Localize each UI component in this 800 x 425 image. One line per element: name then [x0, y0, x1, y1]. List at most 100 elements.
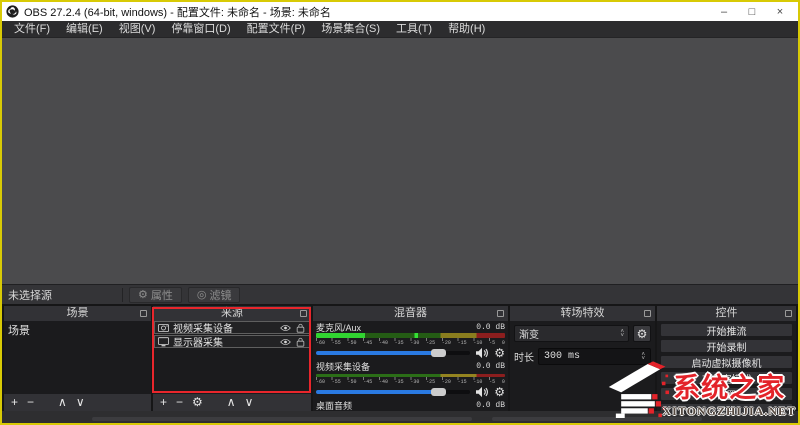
speaker-icon[interactable] [475, 386, 489, 398]
monitor-icon [158, 336, 169, 346]
dock-float-icon[interactable] [785, 310, 792, 317]
menu-tools[interactable]: 工具(T) [388, 21, 440, 38]
meter-scale: -60 -55 -50 -45 -40 -35 -30 -25 -20 -15 -10 -5 0 [316, 338, 505, 346]
channel-level: 0.0 dB [476, 362, 505, 371]
controls-dock-header: 控件 [657, 306, 796, 321]
dock-float-icon[interactable] [140, 310, 147, 317]
mixer-dock: 混音器 麦克风/Aux 0.0 dB -60 -55 -50 -45 -40 -35 -30… [313, 306, 508, 411]
sources-title: 来源 [221, 307, 243, 319]
source-down-button[interactable]: ∨ [245, 394, 254, 411]
source-row-video-capture[interactable]: 视频采集设备 [154, 321, 310, 335]
source-label: 显示器采集 [173, 338, 223, 349]
obs-window: OBS 27.2.4 (64-bit, windows) - 配置文件: 未命名… [0, 0, 800, 425]
dock-float-icon[interactable] [300, 310, 307, 317]
add-scene-button[interactable]: + [11, 394, 18, 411]
menu-view[interactable]: 视图(V) [111, 21, 164, 38]
duration-value: 300 ms [544, 351, 581, 362]
mixer-channel-video-device: 视频采集设备 0.0 dB -60 -55 -50 -45 -40 -35 -30 -25 -2… [316, 361, 505, 399]
mixer-dock-header: 混音器 [313, 306, 508, 321]
chevron-updown-icon[interactable]: ˄ ˅ [620, 329, 624, 339]
scenes-dock: 场景 场景 + − ∧ ∨ [4, 306, 151, 411]
sources-list[interactable]: 视频采集设备 显示器采集 [153, 321, 311, 394]
sources-dock-header: 来源 [153, 306, 311, 321]
scene-up-button[interactable]: ∧ [58, 394, 67, 411]
menu-file[interactable]: 文件(F) [6, 21, 58, 38]
preview-canvas[interactable] [2, 38, 798, 284]
menu-help[interactable]: 帮助(H) [440, 21, 493, 38]
start-recording-button[interactable]: 开始录制 [660, 339, 793, 354]
title-bar: OBS 27.2.4 (64-bit, windows) - 配置文件: 未命名… [2, 2, 798, 21]
transitions-title: 转场特效 [560, 307, 605, 319]
duration-label: 时长 [514, 353, 534, 364]
start-virtual-camera-button[interactable]: 启动虚拟摄像机 [660, 355, 793, 370]
scene-down-button[interactable]: ∨ [76, 394, 85, 411]
close-button[interactable]: × [766, 3, 794, 20]
source-properties-button[interactable]: ⚙ [192, 394, 203, 411]
volume-slider[interactable] [316, 348, 471, 357]
menu-profile[interactable]: 配置文件(P) [239, 21, 314, 38]
controls-dock: 控件 开始推流 开始录制 启动虚拟摄像机 工作室模式 设置 退出 [657, 306, 796, 411]
gear-icon[interactable]: ⚙ [494, 386, 505, 398]
channel-name: 麦克风/Aux [316, 323, 362, 333]
sources-dock-toolbar: + − ⚙ ∧ ∨ [153, 394, 311, 411]
studio-mode-button[interactable]: 工作室模式 [660, 371, 793, 386]
start-streaming-button[interactable]: 开始推流 [660, 323, 793, 338]
transition-select[interactable]: 渐变 ˄ ˅ [514, 325, 629, 342]
add-source-button[interactable]: + [160, 394, 167, 411]
mixer-channel-desktop-audio: 桌面音频 0.0 dB [316, 400, 505, 411]
remove-scene-button[interactable]: − [27, 394, 34, 411]
menu-docks[interactable]: 停靠窗口(D) [163, 21, 238, 38]
menu-edit[interactable]: 编辑(E) [58, 21, 111, 38]
meter-scale: -60 -55 -50 -45 -40 -35 -30 -25 -20 -15 -10 -5 0 [316, 377, 505, 385]
sources-dock: 来源 视频采集设备 显示器采集 + − ⚙ ∧ ∨ [153, 306, 311, 411]
mixer-channel-mic: 麦克风/Aux 0.0 dB -60 -55 -50 -45 -40 -35 -30 -25-… [316, 322, 505, 360]
slider-handle[interactable] [431, 348, 447, 357]
dock-area: 场景 场景 + − ∧ ∨ 来源 视频采集设备 显示器采集 + − ⚙ ∧ ∨ … [2, 304, 798, 411]
minimize-button[interactable]: – [710, 3, 738, 20]
filters-button[interactable]: ◎ 滤镜 [187, 286, 241, 303]
speaker-icon[interactable] [475, 347, 489, 359]
window-title: OBS 27.2.4 (64-bit, windows) - 配置文件: 未命名… [24, 6, 331, 19]
transitions-dock-header: 转场特效 [510, 306, 655, 321]
dock-float-icon[interactable] [497, 310, 504, 317]
transition-settings-button[interactable]: ⚙ [633, 325, 651, 342]
status-segment [92, 417, 472, 421]
properties-button[interactable]: ⚙ 属性 [129, 286, 182, 303]
scenes-title: 场景 [66, 307, 89, 319]
dock-float-icon[interactable] [644, 310, 651, 317]
scene-list-item[interactable]: 场景 [4, 321, 151, 339]
source-up-button[interactable]: ∧ [227, 394, 236, 411]
window-controls: – □ × [710, 3, 794, 20]
gear-icon[interactable]: ⚙ [494, 347, 505, 359]
filter-icon: ◎ [196, 289, 207, 301]
source-label: 视频采集设备 [173, 324, 233, 335]
scenes-dock-header: 场景 [4, 306, 151, 321]
lock-icon[interactable] [295, 337, 306, 347]
exit-button[interactable]: 退出 [660, 403, 793, 411]
settings-button[interactable]: 设置 [660, 387, 793, 402]
scenes-list[interactable]: 场景 [4, 321, 151, 394]
volume-slider[interactable] [316, 387, 471, 396]
transitions-dock: 转场特效 渐变 ˄ ˅ ⚙ 时长 300 ms ˄ ˅ [510, 306, 655, 411]
mixer-title: 混音器 [394, 307, 427, 319]
properties-label: 属性 [150, 289, 173, 302]
mixer-body: 麦克风/Aux 0.0 dB -60 -55 -50 -45 -40 -35 -30 -25-… [313, 321, 508, 411]
remove-source-button[interactable]: − [176, 394, 183, 411]
transitions-body: 渐变 ˄ ˅ ⚙ 时长 300 ms ˄ ˅ [510, 321, 655, 411]
menu-scene-collection[interactable]: 场景集合(S) [313, 21, 388, 38]
spinner-updown-icon[interactable]: ˄ ˅ [641, 352, 645, 362]
channel-name: 桌面音频 [316, 401, 353, 411]
transition-selected-value: 渐变 [519, 330, 539, 341]
controls-body: 开始推流 开始录制 启动虚拟摄像机 工作室模式 设置 退出 [657, 321, 796, 411]
source-status-text: 未选择源 [8, 289, 52, 302]
channel-level: 0.0 dB [476, 323, 505, 332]
slider-handle[interactable] [431, 387, 447, 396]
lock-icon[interactable] [295, 323, 306, 333]
camera-icon [158, 323, 169, 332]
filters-label: 滤镜 [209, 289, 232, 302]
maximize-button[interactable]: □ [738, 3, 766, 20]
duration-input[interactable]: 300 ms ˄ ˅ [538, 348, 651, 365]
gear-icon: ⚙ [636, 326, 648, 341]
source-row-display-capture[interactable]: 显示器采集 [154, 335, 310, 349]
menu-bar: 文件(F) 编辑(E) 视图(V) 停靠窗口(D) 配置文件(P) 场景集合(S… [2, 21, 798, 38]
